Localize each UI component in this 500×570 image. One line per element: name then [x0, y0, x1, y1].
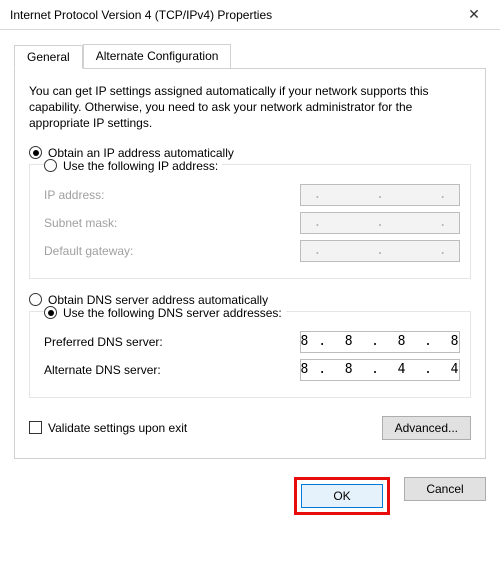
field-alternate-dns: Alternate DNS server: 8 . 8 . 4 . 4 — [44, 359, 460, 381]
radio-label-obtain-ip-auto: Obtain an IP address automatically — [48, 146, 234, 160]
radio-obtain-dns-auto[interactable] — [29, 293, 42, 306]
ok-highlight: OK — [294, 477, 390, 515]
radio-label-use-following-dns: Use the following DNS server addresses: — [63, 306, 282, 320]
tab-general[interactable]: General — [14, 45, 83, 69]
radio-use-following-dns[interactable] — [44, 306, 57, 319]
panel-footer: Validate settings upon exit Advanced... — [29, 416, 471, 440]
label-preferred-dns: Preferred DNS server: — [44, 335, 163, 349]
title-bar: Internet Protocol Version 4 (TCP/IPv4) P… — [0, 0, 500, 30]
checkbox-validate-settings[interactable] — [29, 421, 42, 434]
radio-use-following-ip[interactable] — [44, 159, 57, 172]
label-default-gateway: Default gateway: — [44, 244, 133, 258]
close-icon: ✕ — [468, 6, 480, 23]
input-ip-address: . . . — [300, 184, 460, 206]
ok-button[interactable]: OK — [301, 484, 383, 508]
field-ip-address: IP address: . . . — [44, 184, 460, 206]
content-area: General Alternate Configuration You can … — [0, 30, 500, 469]
field-subnet-mask: Subnet mask: . . . — [44, 212, 460, 234]
tab-strip: General Alternate Configuration — [14, 44, 486, 68]
radio-label-use-following-ip: Use the following IP address: — [63, 159, 218, 173]
radio-row-obtain-ip-auto[interactable]: Obtain an IP address automatically — [29, 146, 471, 160]
input-subnet-mask: . . . — [300, 212, 460, 234]
label-ip-address: IP address: — [44, 188, 104, 202]
radio-row-obtain-dns-auto[interactable]: Obtain DNS server address automatically — [29, 293, 471, 307]
advanced-button[interactable]: Advanced... — [382, 416, 471, 440]
input-default-gateway: . . . — [300, 240, 460, 262]
field-preferred-dns: Preferred DNS server: 8 . 8 . 8 . 8 — [44, 331, 460, 353]
radio-label-obtain-dns-auto: Obtain DNS server address automatically — [48, 293, 268, 307]
close-button[interactable]: ✕ — [454, 1, 494, 29]
tab-panel-general: You can get IP settings assigned automat… — [14, 68, 486, 459]
radio-obtain-ip-auto[interactable] — [29, 146, 42, 159]
tab-container: General Alternate Configuration You can … — [14, 44, 486, 459]
intro-text: You can get IP settings assigned automat… — [29, 83, 471, 132]
field-default-gateway: Default gateway: . . . — [44, 240, 460, 262]
input-preferred-dns[interactable]: 8 . 8 . 8 . 8 — [300, 331, 460, 353]
label-alternate-dns: Alternate DNS server: — [44, 363, 161, 377]
window-title: Internet Protocol Version 4 (TCP/IPv4) P… — [10, 8, 272, 22]
dialog-actions: OK Cancel — [0, 469, 500, 525]
input-alternate-dns[interactable]: 8 . 8 . 4 . 4 — [300, 359, 460, 381]
checkbox-row-validate[interactable]: Validate settings upon exit — [29, 421, 187, 435]
cancel-button[interactable]: Cancel — [404, 477, 486, 501]
tab-alternate-configuration[interactable]: Alternate Configuration — [83, 44, 232, 68]
label-subnet-mask: Subnet mask: — [44, 216, 117, 230]
group-ip-address: Use the following IP address: IP address… — [29, 164, 471, 279]
label-validate-settings: Validate settings upon exit — [48, 421, 187, 435]
group-dns-servers: Use the following DNS server addresses: … — [29, 311, 471, 398]
